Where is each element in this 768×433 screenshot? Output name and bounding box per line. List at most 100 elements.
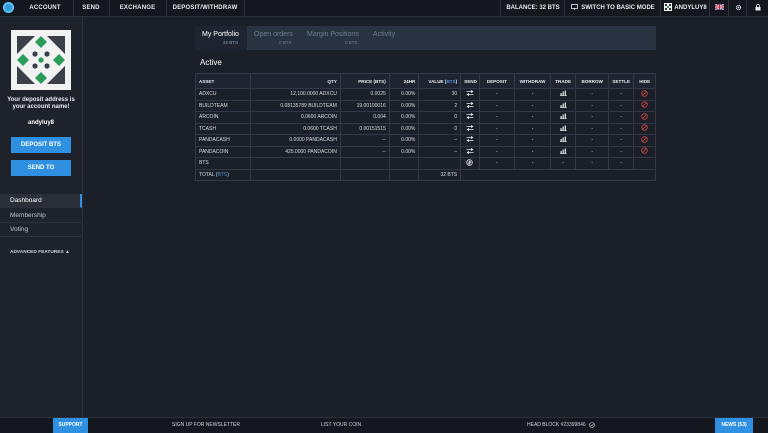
trade-cell: - — [549, 157, 577, 170]
change-24hr-cell: 0.00% — [388, 99, 420, 112]
col-qty[interactable]: QTY — [250, 73, 341, 89]
switch-basic-mode-button[interactable]: SWITCH TO BASIC MODE — [564, 0, 661, 16]
hide-icon[interactable] — [641, 113, 648, 122]
tab-my-portfolio[interactable]: My Portfolio 32 BTS — [195, 26, 247, 50]
list-coin-link[interactable]: LIST YOUR COIN — [321, 418, 361, 433]
asset-cell[interactable]: PANDACOIN — [194, 145, 252, 158]
switch-basic-mode-label: SWITCH TO BASIC MODE — [581, 5, 655, 11]
deposit-bts-button[interactable]: DEPOSIT BTS — [11, 137, 71, 153]
col-value-suffix: ) — [455, 78, 458, 84]
col-value[interactable]: VALUE (BTS) — [418, 73, 462, 89]
language-selector[interactable] — [709, 0, 729, 16]
asset-cell[interactable]: PANDACASH — [194, 134, 252, 147]
trade-cell[interactable] — [549, 111, 577, 124]
asset-cell[interactable]: BUILDTEAM — [194, 99, 252, 112]
send-cell[interactable] — [460, 99, 480, 112]
trade-cell[interactable] — [549, 134, 577, 147]
nav-deposit-withdraw[interactable]: DEPOSIT/WITHDRAW — [166, 0, 245, 16]
change-24hr-cell: 0.00% — [388, 88, 420, 101]
hide-cell[interactable] — [633, 88, 656, 101]
send-cell[interactable] — [460, 88, 480, 101]
trade-cell[interactable] — [549, 88, 577, 101]
support-button[interactable]: SUPPORT — [53, 418, 88, 433]
tab-activity[interactable]: Activity — [367, 26, 403, 50]
hide-icon[interactable] — [641, 124, 648, 133]
news-button[interactable]: NEWS (53) — [715, 418, 753, 433]
settings-button[interactable] — [728, 0, 747, 16]
send-to-button[interactable]: SEND TO — [11, 160, 71, 176]
hide-cell[interactable] — [633, 111, 656, 124]
asset-cell[interactable]: BTS — [194, 157, 252, 170]
send-cell[interactable] — [460, 157, 480, 170]
hide-cell[interactable] — [633, 122, 656, 135]
chart-icon[interactable] — [559, 148, 567, 156]
bitshares-logo-icon[interactable] — [3, 2, 14, 13]
col-withdraw: WITHDRAW — [514, 73, 551, 89]
transfer-icon[interactable] — [466, 124, 474, 133]
asset-cell[interactable]: TCASH — [194, 122, 252, 135]
chart-icon[interactable] — [559, 90, 567, 98]
withdraw-cell: - — [514, 134, 551, 147]
user-avatar-icon — [664, 3, 673, 12]
settle-cell: - — [607, 99, 635, 112]
col-value-unit: BTS — [446, 78, 456, 84]
chart-icon[interactable] — [559, 102, 567, 110]
portfolio-tabs: My Portfolio 32 BTS Open orders 0 BTS Ma… — [195, 26, 656, 50]
transfer-icon[interactable] — [466, 147, 474, 156]
tab-my-portfolio-label: My Portfolio — [202, 31, 239, 38]
nav-exchange[interactable]: EXCHANGE — [109, 0, 167, 16]
nav-send[interactable]: SEND — [73, 0, 110, 16]
sidebar-item-voting[interactable]: Voting — [0, 223, 82, 237]
col-price[interactable]: PRICE (BTS) — [339, 73, 390, 89]
sidebar-item-dashboard[interactable]: Dashboard — [0, 194, 82, 208]
qty-cell: 0.0600 ARCOIN — [250, 111, 341, 124]
withdraw-cell: - — [514, 111, 551, 124]
col-24hr[interactable]: 24HR — [388, 73, 420, 89]
transfer-icon[interactable] — [466, 90, 474, 98]
col-asset[interactable]: ASSET — [194, 73, 252, 89]
settle-icon[interactable] — [466, 159, 474, 168]
tab-activity-label: Activity — [373, 31, 396, 38]
tab-my-portfolio-value: 32 BTS — [223, 40, 239, 45]
nav-account[interactable]: ACCOUNT — [17, 0, 74, 16]
price-cell: 0.00151515 — [339, 122, 390, 135]
balance-label: BALANCE: 32 BTS — [506, 5, 560, 11]
borrow-cell: - — [575, 88, 609, 101]
send-cell[interactable] — [460, 111, 480, 124]
hide-icon[interactable] — [641, 90, 648, 99]
send-cell[interactable] — [460, 122, 480, 135]
transfer-icon[interactable] — [466, 101, 474, 110]
total-suffix: ) — [227, 171, 229, 178]
total-empty-cell — [250, 168, 341, 181]
chart-icon[interactable] — [559, 136, 567, 144]
table-row: BUILDTEAM 0.08135789 BUILDTEAM 19.00100016… — [194, 99, 656, 112]
chart-icon[interactable] — [559, 125, 567, 133]
asset-cell[interactable]: ADXCU — [194, 88, 252, 101]
hide-cell[interactable] — [633, 145, 656, 158]
user-menu[interactable]: ANDYLUY8 — [660, 0, 710, 16]
chart-icon[interactable] — [559, 113, 567, 121]
send-cell[interactable] — [460, 145, 480, 158]
sidebar-item-membership[interactable]: Membership — [0, 209, 82, 223]
asset-cell[interactable]: ARCOIN — [194, 111, 252, 124]
settle-cell: - — [607, 157, 635, 170]
tab-margin-positions[interactable]: Margin Positions 0 BTS — [299, 26, 367, 50]
trade-cell[interactable] — [549, 122, 577, 135]
hide-cell[interactable] — [633, 134, 656, 147]
trade-cell[interactable] — [549, 99, 577, 112]
hide-icon[interactable] — [641, 101, 648, 110]
send-cell[interactable] — [460, 134, 480, 147]
hide-icon[interactable] — [641, 147, 648, 156]
hide-icon[interactable] — [641, 136, 648, 145]
tab-open-orders[interactable]: Open orders 0 BTS — [247, 26, 299, 50]
advanced-features-toggle[interactable]: ADVANCED FEATURES ▲ — [10, 250, 70, 255]
newsletter-link[interactable]: SIGN UP FOR NEWSLETTER — [172, 418, 240, 433]
trade-cell[interactable] — [549, 145, 577, 158]
total-value: 32 BTS — [418, 168, 462, 181]
lock-wallet-button[interactable] — [746, 0, 768, 16]
hide-cell[interactable] — [633, 99, 656, 112]
account-name: andyluy8 — [27, 120, 54, 126]
transfer-icon[interactable] — [466, 136, 474, 144]
lock-icon — [755, 4, 761, 11]
transfer-icon[interactable] — [466, 113, 474, 121]
